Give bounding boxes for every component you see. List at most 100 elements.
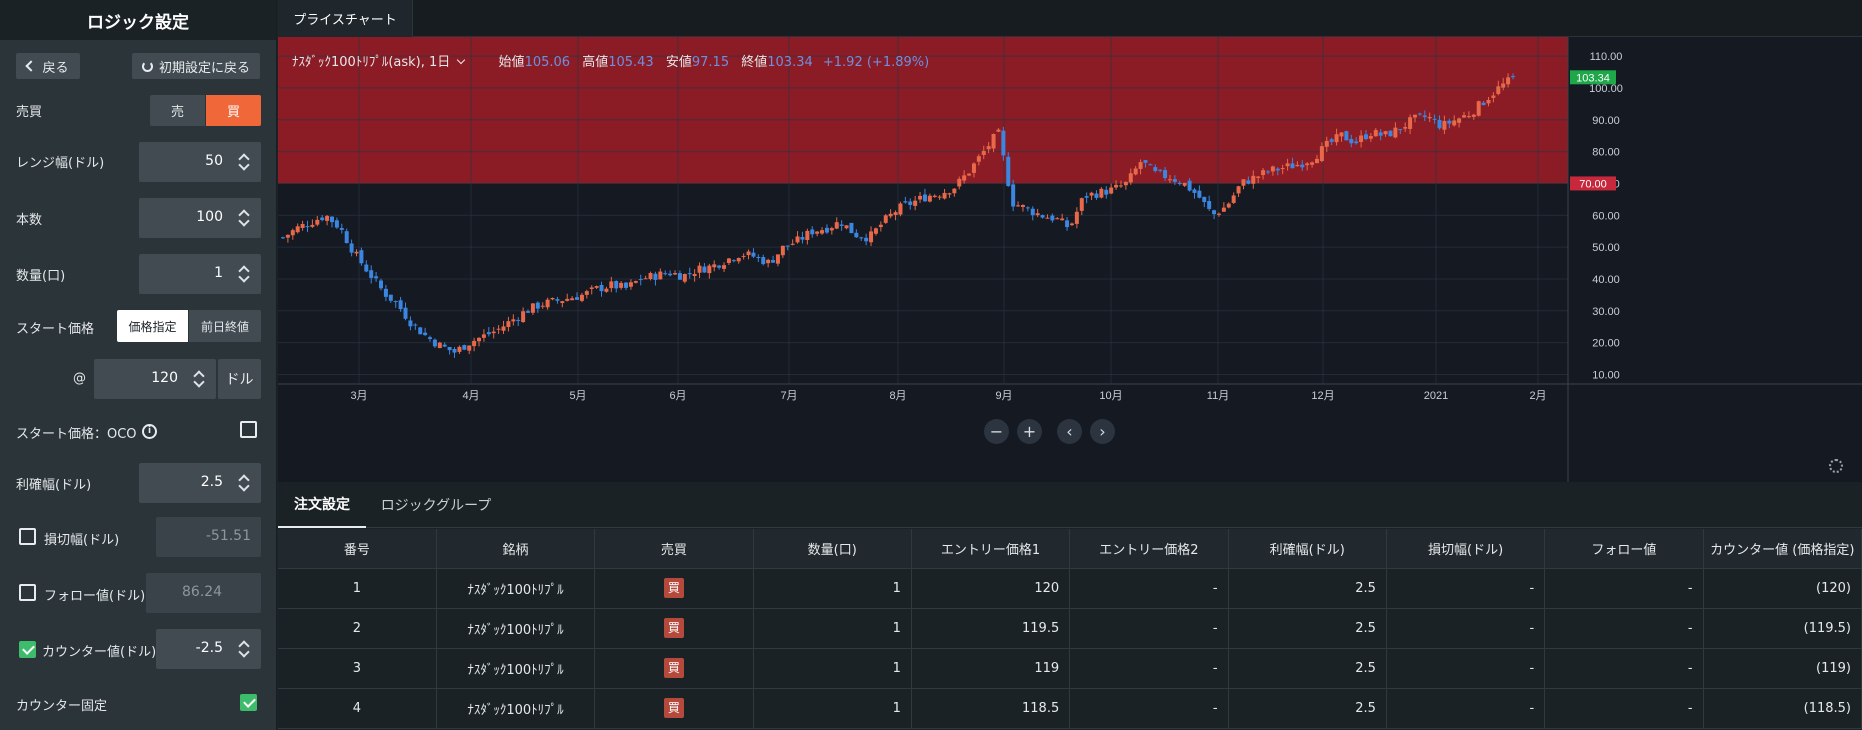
candle-body	[408, 320, 413, 327]
back-button[interactable]: 戻る	[16, 53, 80, 79]
col-header: 売買	[594, 529, 754, 569]
close-value: 103.34	[767, 55, 813, 70]
spinner-icon[interactable]	[239, 640, 249, 658]
cell-tp: 2.5	[1228, 688, 1387, 729]
zoom-in-button[interactable]: +	[1017, 419, 1042, 444]
range-input[interactable]: 50	[139, 142, 261, 182]
candle-body	[526, 311, 531, 313]
oco-label: スタート価格：OCO	[16, 427, 137, 442]
stop-loss-input[interactable]: -51.51	[156, 517, 261, 557]
table-row[interactable]: 2 ﾅｽﾀﾞｯｸ100ﾄﾘﾌﾟﾙ買 1 119.5-2.5- - (119.5)	[278, 608, 1862, 649]
info-icon[interactable]: i	[142, 424, 157, 439]
candle-body	[682, 274, 687, 282]
candle-body	[452, 349, 457, 353]
start-price-input[interactable]: 120	[94, 359, 216, 399]
candle-body	[334, 220, 339, 228]
chart-settings-gear-icon[interactable]	[1829, 459, 1843, 473]
candle-body	[1133, 168, 1138, 175]
table-row[interactable]: 3 ﾅｽﾀﾞｯｸ100ﾄﾘﾌﾟﾙ買 1 119-2.5- - (119)	[278, 648, 1862, 689]
candle-body	[1153, 167, 1158, 171]
candle-body	[1158, 169, 1163, 171]
candle-body	[1324, 140, 1329, 147]
tab-order-settings[interactable]: 注文設定	[278, 482, 366, 528]
col-header: 利確幅(ドル)	[1228, 529, 1387, 569]
candle-body	[898, 203, 903, 215]
cell-qty: 1	[753, 688, 912, 729]
candle-body	[1197, 190, 1202, 198]
candle-body	[673, 273, 678, 275]
buy-toggle[interactable]: 買	[206, 95, 261, 126]
candle-body	[1148, 164, 1153, 166]
candle-body	[888, 213, 893, 217]
table-row[interactable]: 1 ﾅｽﾀﾞｯｸ100ﾄﾘﾌﾟﾙ買 1 120-2.5- - (120)	[278, 568, 1862, 609]
count-input[interactable]: 100	[139, 198, 261, 238]
prev-close-toggle[interactable]: 前日終値	[189, 310, 261, 342]
counter-checkbox[interactable]	[19, 641, 36, 658]
scroll-right-button[interactable]: ›	[1090, 419, 1115, 444]
candlestick-chart[interactable]: 110.00 100.00 90.00 80.00 70.00 60.00 50.00 40.…	[278, 37, 1862, 482]
buy-badge: 買	[663, 698, 684, 718]
x-tick-label: 9月	[995, 390, 1012, 402]
tab-logic-group[interactable]: ロジックグループ	[366, 482, 506, 528]
candle-body	[633, 281, 638, 283]
candle-body	[565, 298, 570, 301]
count-label: 本数	[16, 213, 43, 228]
tab-price-chart-label: プライスチャート	[293, 13, 397, 28]
col-header: 銘柄	[436, 529, 596, 569]
counter-fix-checkbox[interactable]	[240, 694, 257, 711]
stop-loss-checkbox[interactable]	[19, 528, 36, 545]
chevron-down-icon[interactable]	[457, 55, 466, 65]
unit-dollar-button[interactable]: ドル	[218, 359, 261, 399]
candle-body	[1040, 215, 1045, 218]
spinner-icon[interactable]	[239, 153, 249, 171]
cell-cnt: (119.5)	[1703, 608, 1862, 649]
zoom-out-button[interactable]: −	[984, 419, 1009, 444]
tab-price-chart[interactable]: プライスチャート	[278, 0, 413, 37]
candle-body	[1501, 83, 1506, 88]
x-tick-label: 10月	[1099, 390, 1122, 402]
price-chart[interactable]: 110.00 100.00 90.00 80.00 70.00 60.00 50.00 40.…	[278, 37, 1862, 482]
qty-input[interactable]: 1	[139, 254, 261, 294]
candle-body	[1172, 179, 1177, 182]
cell-side: 買	[594, 648, 754, 689]
candle-body	[1339, 132, 1344, 137]
candle-body	[330, 216, 335, 223]
candle-body	[677, 273, 682, 280]
symbol-label[interactable]: ﾅｽﾀﾞｯｸ100ﾄﾘﾌﾟﾙ(ask), 1日	[292, 55, 450, 70]
counter-input[interactable]: -2.5	[156, 629, 261, 669]
follow-checkbox[interactable]	[19, 584, 36, 601]
candle-body	[560, 301, 565, 304]
spinner-icon[interactable]	[194, 370, 204, 388]
oco-checkbox[interactable]	[240, 421, 257, 438]
price-specify-toggle[interactable]: 価格指定	[117, 310, 188, 342]
candle-body	[315, 219, 320, 225]
sell-toggle[interactable]: 売	[150, 95, 205, 126]
table-row[interactable]: 4 ﾅｽﾀﾞｯｸ100ﾄﾘﾌﾟﾙ買 1 118.5-2.5- - (118.5)	[278, 688, 1862, 729]
candle-body	[751, 252, 756, 257]
candle-body	[731, 260, 736, 262]
candle-body	[1285, 163, 1290, 167]
candle-body	[1001, 130, 1006, 156]
candle-body	[1045, 217, 1050, 219]
x-tick-label: 8月	[889, 390, 906, 402]
spinner-icon[interactable]	[239, 474, 249, 492]
x-tick-label: 6月	[669, 390, 686, 402]
scroll-left-button[interactable]: ‹	[1057, 419, 1082, 444]
candle-body	[393, 301, 398, 303]
reset-defaults-button[interactable]: 初期設定に戻る	[132, 53, 260, 79]
follow-input[interactable]: 86.24	[146, 573, 261, 613]
candle-body	[1094, 193, 1099, 198]
profit-input[interactable]: 2.5	[139, 463, 261, 503]
candle-body	[579, 294, 584, 301]
candle-body	[1427, 117, 1432, 119]
cell-qty: 1	[753, 608, 912, 649]
candle-body	[1202, 196, 1207, 203]
cell-side: 買	[594, 688, 754, 729]
spinner-icon[interactable]	[239, 209, 249, 227]
candle-body	[658, 271, 663, 280]
candle-body	[952, 188, 957, 194]
candle-body	[702, 266, 707, 273]
range-value: 50	[205, 153, 223, 169]
spinner-icon[interactable]	[239, 265, 249, 283]
candle-body	[418, 327, 423, 335]
